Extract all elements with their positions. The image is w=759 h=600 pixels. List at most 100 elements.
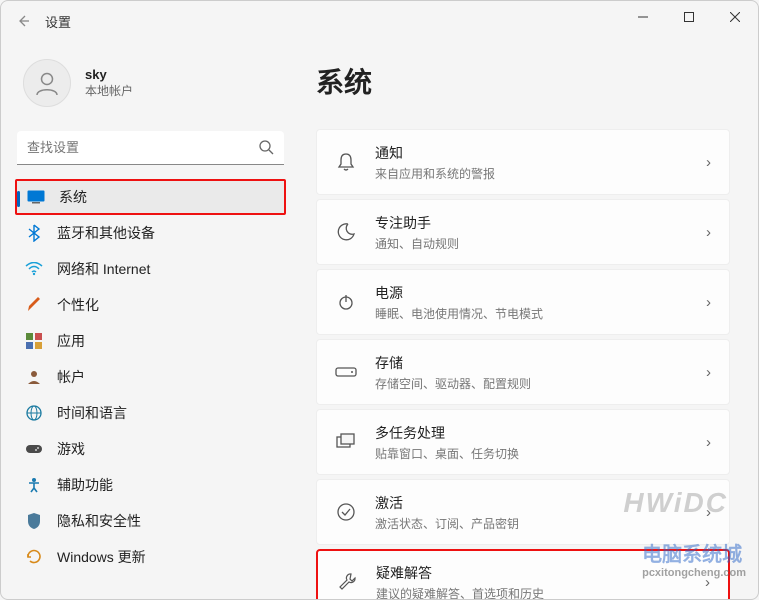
nav-label: 帐户 [57,367,85,387]
apps-icon [25,332,43,350]
card-subtitle: 激活状态、订阅、产品密钥 [375,515,688,532]
bell-icon [335,151,357,173]
accessibility-icon [25,476,43,494]
nav-label: 隐私和安全性 [57,511,141,531]
titlebar: 设置 [1,1,758,41]
card-body: 通知 来自应用和系统的警报 [375,143,688,182]
nav-item-personalization[interactable]: 个性化 [15,287,286,323]
minimize-icon [638,12,648,22]
card-activation[interactable]: 激活 激活状态、订阅、产品密钥 › [316,479,730,545]
shield-icon [25,512,43,530]
card-body: 电源 睡眠、电池使用情况、节电模式 [375,283,688,322]
drive-icon [335,361,357,383]
card-body: 多任务处理 贴靠窗口、桌面、任务切换 [375,423,688,462]
nav-item-windows-update[interactable]: Windows 更新 [15,539,286,575]
nav-label: 游戏 [57,439,85,459]
update-icon [25,548,43,566]
user-subtitle: 本地帐户 [85,82,133,99]
card-multitasking[interactable]: 多任务处理 贴靠窗口、桌面、任务切换 › [316,409,730,475]
user-profile[interactable]: sky 本地帐户 [15,41,286,125]
nav-item-network[interactable]: 网络和 Internet [15,251,286,287]
display-icon [27,188,45,206]
card-subtitle: 睡眠、电池使用情况、节电模式 [375,305,688,322]
nav-label: 蓝牙和其他设备 [57,223,155,243]
search-input[interactable] [17,131,284,165]
card-title: 电源 [375,283,688,303]
back-button[interactable] [5,3,41,39]
search-wrap [17,131,284,165]
card-title: 疑难解答 [376,563,687,583]
account-icon [25,368,43,386]
card-subtitle: 贴靠窗口、桌面、任务切换 [375,445,688,462]
card-title: 激活 [375,493,688,513]
nav-item-privacy[interactable]: 隐私和安全性 [15,503,286,539]
chevron-right-icon: › [706,294,711,311]
card-power[interactable]: 电源 睡眠、电池使用情况、节电模式 › [316,269,730,335]
card-title: 专注助手 [375,213,688,233]
wifi-icon [25,260,43,278]
nav-label: 时间和语言 [57,403,127,423]
nav-label: Windows 更新 [57,547,146,567]
paintbrush-icon [25,296,43,314]
close-button[interactable] [712,1,758,33]
nav-label: 系统 [59,187,87,207]
card-focus-assist[interactable]: 专注助手 通知、自动规则 › [316,199,730,265]
arrow-left-icon [15,13,31,29]
settings-window: 设置 sky 本地帐户 [0,0,759,600]
chevron-right-icon: › [706,364,711,381]
card-storage[interactable]: 存储 存储空间、驱动器、配置规则 › [316,339,730,405]
nav-item-bluetooth[interactable]: 蓝牙和其他设备 [15,215,286,251]
card-body: 专注助手 通知、自动规则 [375,213,688,252]
search-icon [258,139,274,160]
nav-label: 个性化 [57,295,99,315]
chevron-right-icon: › [705,574,710,591]
nav-item-accessibility[interactable]: 辅助功能 [15,467,286,503]
card-subtitle: 建议的疑难解答、首选项和历史 [376,585,687,600]
settings-cards: 通知 来自应用和系统的警报 › 专注助手 通知、自动规则 › [316,129,730,599]
chevron-right-icon: › [706,434,711,451]
chevron-right-icon: › [706,154,711,171]
card-body: 存储 存储空间、驱动器、配置规则 [375,353,688,392]
card-troubleshoot[interactable]: 疑难解答 建议的疑难解答、首选项和历史 › [316,549,730,599]
window-title: 设置 [45,12,71,31]
card-body: 激活 激活状态、订阅、产品密钥 [375,493,688,532]
multitask-icon [335,431,357,453]
chevron-right-icon: › [706,504,711,521]
nav-item-system[interactable]: 系统 [15,179,286,215]
card-subtitle: 存储空间、驱动器、配置规则 [375,375,688,392]
card-title: 通知 [375,143,688,163]
nav-list: 系统 蓝牙和其他设备 网络和 Internet 个性化 应用 [15,179,286,575]
wrench-icon [336,571,358,593]
card-body: 疑难解答 建议的疑难解答、首选项和历史 [376,563,687,600]
page-title: 系统 [316,61,730,101]
nav-item-accounts[interactable]: 帐户 [15,359,286,395]
moon-icon [335,221,357,243]
card-subtitle: 来自应用和系统的警报 [375,165,688,182]
power-icon [335,291,357,313]
card-title: 存储 [375,353,688,373]
nav-label: 辅助功能 [57,475,113,495]
avatar [23,59,71,107]
content-area: sky 本地帐户 系统 蓝牙和其他设备 [1,41,758,599]
main-panel: 系统 通知 来自应用和系统的警报 › 专注助手 通知、自动规则 [296,41,758,599]
gamepad-icon [25,440,43,458]
card-subtitle: 通知、自动规则 [375,235,688,252]
card-notifications[interactable]: 通知 来自应用和系统的警报 › [316,129,730,195]
globe-icon [25,404,43,422]
chevron-right-icon: › [706,224,711,241]
maximize-icon [684,12,694,22]
user-info: sky 本地帐户 [85,67,133,99]
nav-item-time-language[interactable]: 时间和语言 [15,395,286,431]
nav-item-apps[interactable]: 应用 [15,323,286,359]
card-title: 多任务处理 [375,423,688,443]
window-controls [620,1,758,33]
check-circle-icon [335,501,357,523]
nav-label: 应用 [57,331,85,351]
maximize-button[interactable] [666,1,712,33]
sidebar: sky 本地帐户 系统 蓝牙和其他设备 [1,41,296,599]
user-name: sky [85,67,133,82]
minimize-button[interactable] [620,1,666,33]
nav-item-gaming[interactable]: 游戏 [15,431,286,467]
user-icon [32,68,62,98]
nav-label: 网络和 Internet [57,259,150,279]
